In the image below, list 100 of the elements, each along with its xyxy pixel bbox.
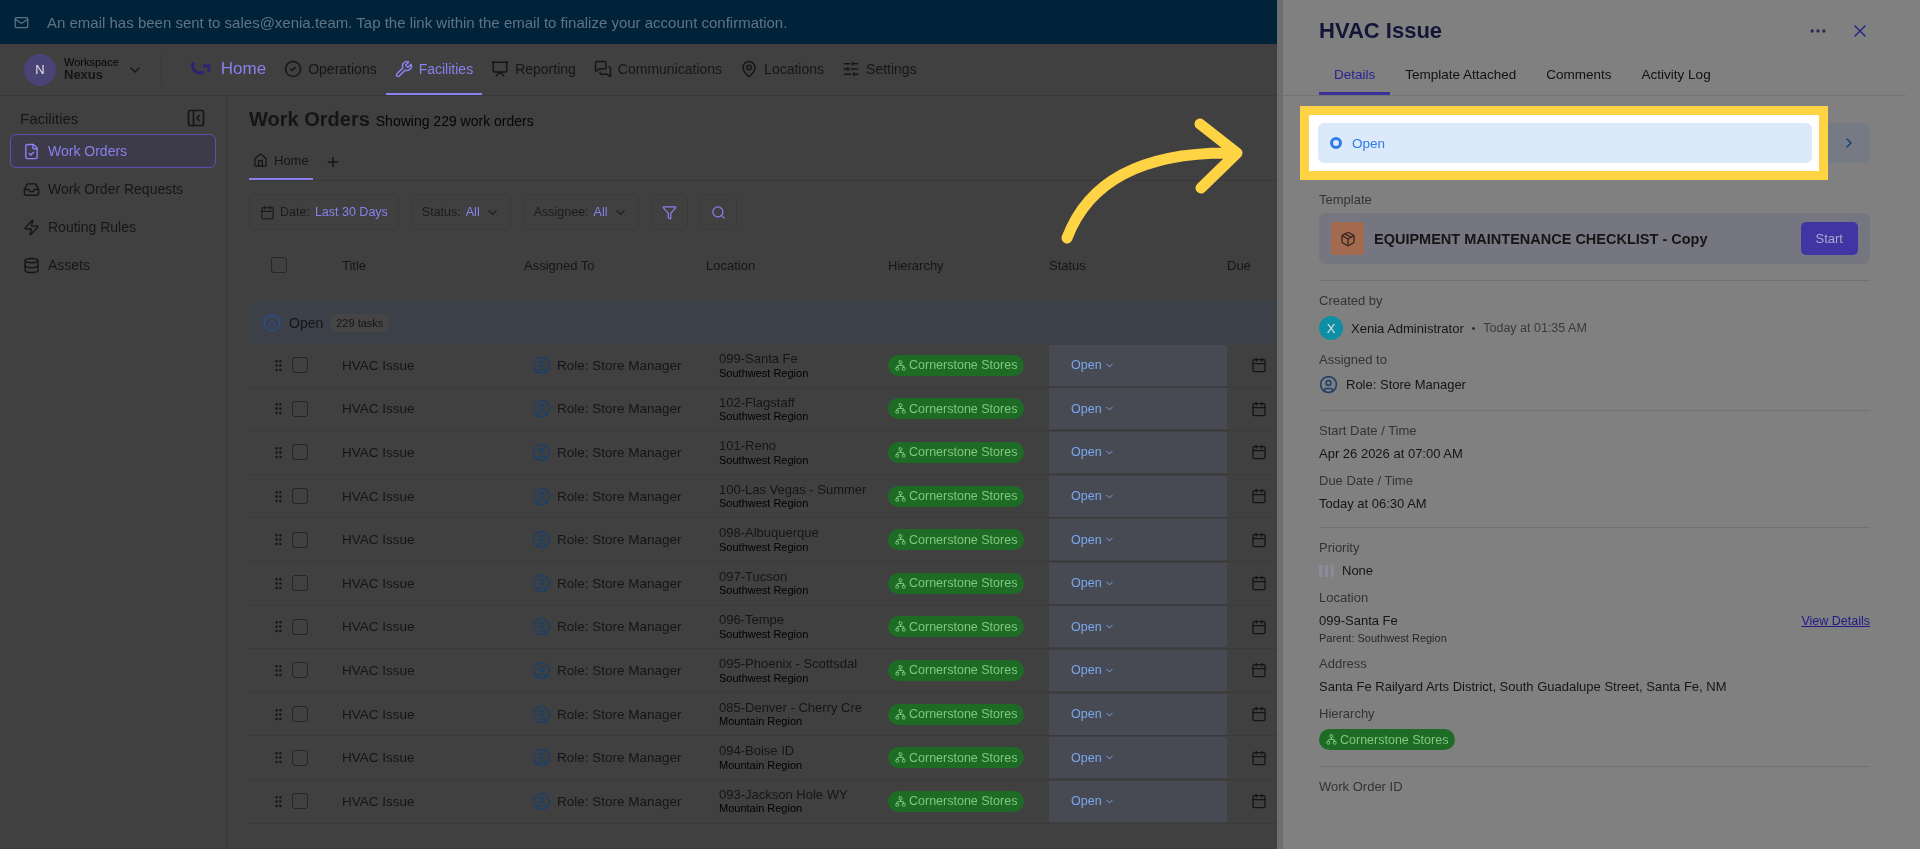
status-dropdown[interactable]: Open xyxy=(1071,401,1115,416)
hierarchy-icon xyxy=(895,621,906,633)
lightning-icon xyxy=(23,218,40,236)
field-label: Priority xyxy=(1319,540,1361,555)
panel-tab[interactable]: Template Attached xyxy=(1390,56,1532,95)
location-region: Mountain Region xyxy=(719,715,804,729)
created-time: Today at 01:35 AM xyxy=(1483,321,1587,335)
hierarchy-icon xyxy=(895,795,906,807)
row-checkbox[interactable] xyxy=(292,706,308,723)
row-checkbox[interactable] xyxy=(292,793,308,810)
calendar-icon xyxy=(1251,575,1267,592)
sidebar-item[interactable]: Work Orders xyxy=(10,134,216,168)
collapse-sidebar-icon[interactable] xyxy=(186,108,206,128)
location-region: Mountain Region xyxy=(719,802,804,816)
page-subtitle: Showing 229 work orders xyxy=(375,113,534,129)
nav-item[interactable]: Home xyxy=(179,44,276,95)
select-all-checkbox[interactable] xyxy=(271,257,287,273)
status-dropdown[interactable]: Open xyxy=(1071,750,1115,765)
panel-tab[interactable]: Activity Log xyxy=(1626,56,1726,95)
inbox-icon xyxy=(23,180,40,198)
status-dropdown[interactable]: Open xyxy=(1071,358,1115,373)
field-value: 099-Santa Fe xyxy=(1319,613,1398,628)
row-checkbox[interactable] xyxy=(292,749,308,766)
calendar-icon xyxy=(1251,618,1267,635)
collapse-group-icon[interactable] xyxy=(263,313,281,332)
status-dropdown[interactable]: Open xyxy=(1071,663,1115,678)
row-checkbox[interactable] xyxy=(292,488,308,505)
hierarchy-tag: Cornerstone Stores xyxy=(888,529,1025,551)
map-pin-icon xyxy=(740,59,759,78)
filter-icon xyxy=(661,204,677,220)
row-checkbox[interactable] xyxy=(292,575,308,592)
view-details-link[interactable]: View Details xyxy=(1801,613,1870,628)
row-checkbox[interactable] xyxy=(292,618,308,635)
user-icon xyxy=(532,660,551,680)
field-label: Template xyxy=(1319,192,1373,207)
nav-item[interactable]: Facilities xyxy=(385,44,483,95)
filter-button[interactable] xyxy=(650,194,688,230)
hierarchy-icon xyxy=(1326,734,1337,745)
status-dropdown[interactable]: Open xyxy=(1071,445,1115,460)
user-icon xyxy=(532,530,551,550)
location-region: Southwest Region xyxy=(719,497,810,511)
hierarchy-icon xyxy=(895,447,906,458)
start-button[interactable]: Start xyxy=(1800,222,1858,255)
status-dropdown[interactable]: Open xyxy=(1071,619,1115,634)
calendar-icon xyxy=(1251,357,1267,374)
hierarchy-tag: Cornerstone Stores xyxy=(888,790,1025,812)
status-dropdown[interactable]: Open xyxy=(1071,707,1115,722)
hierarchy-tag: Cornerstone Stores xyxy=(1319,729,1456,750)
user-icon xyxy=(532,443,551,462)
row-checkbox[interactable] xyxy=(292,531,308,548)
location-region: Southwest Region xyxy=(719,410,810,424)
row-checkbox[interactable] xyxy=(292,444,308,461)
field-label: Due Date / Time xyxy=(1319,473,1414,488)
user-icon xyxy=(532,355,551,375)
calendar-icon xyxy=(1251,400,1267,417)
location-region: Southwest Region xyxy=(719,540,810,555)
status-dropdown[interactable]: Open xyxy=(1071,489,1115,504)
creator-name: Xenia Administrator xyxy=(1351,320,1464,336)
home-icon xyxy=(253,153,268,168)
hierarchy-tag: Cornerstone Stores xyxy=(888,659,1025,681)
hierarchy-icon xyxy=(895,708,906,720)
user-icon xyxy=(532,573,551,593)
workspace-label: Workspace xyxy=(64,55,119,69)
user-icon xyxy=(532,617,551,637)
field-value: Role: Store Manager xyxy=(1346,377,1466,392)
hierarchy-icon xyxy=(895,577,906,589)
panel-tab[interactable]: Details xyxy=(1319,56,1391,95)
location-region: Southwest Region xyxy=(719,628,810,642)
hierarchy-tag: Cornerstone Stores xyxy=(888,354,1025,376)
field-value: None xyxy=(1342,563,1374,578)
mail-icon xyxy=(14,14,29,30)
database-icon xyxy=(23,256,40,274)
status-dropdown[interactable]: Open xyxy=(1071,794,1115,809)
user-icon xyxy=(532,486,551,506)
calendar-icon xyxy=(1251,444,1267,461)
hierarchy-icon xyxy=(895,534,906,546)
calendar-icon xyxy=(1251,531,1267,548)
status-dropdown[interactable]: Open xyxy=(1071,576,1115,591)
calendar-icon xyxy=(1251,662,1267,679)
user-icon xyxy=(532,748,551,768)
priority-bars-icon xyxy=(1319,564,1334,577)
location-region: Southwest Region xyxy=(719,584,810,598)
field-label: Hierarchy xyxy=(1319,706,1376,721)
search-button[interactable] xyxy=(699,194,737,230)
circle-icon xyxy=(1330,137,1342,149)
row-checkbox[interactable] xyxy=(292,662,308,679)
status-field[interactable]: Open xyxy=(1318,123,1812,163)
field-value: Apr 26 2026 at 07:00 AM xyxy=(1319,446,1463,461)
status-next-button[interactable] xyxy=(1828,123,1870,163)
hierarchy-tag: Cornerstone Stores xyxy=(888,398,1025,420)
calendar-icon xyxy=(260,204,275,220)
status-dropdown[interactable]: Open xyxy=(1071,532,1115,547)
user-avatar: X xyxy=(1319,316,1343,340)
field-label: Assigned to xyxy=(1319,352,1388,367)
row-checkbox[interactable] xyxy=(292,400,308,417)
panel-tab[interactable]: Comments xyxy=(1531,56,1627,95)
row-checkbox[interactable] xyxy=(292,357,308,374)
location-region: Mountain Region xyxy=(719,758,804,773)
calendar-icon xyxy=(1251,749,1267,766)
user-icon xyxy=(1319,375,1338,394)
